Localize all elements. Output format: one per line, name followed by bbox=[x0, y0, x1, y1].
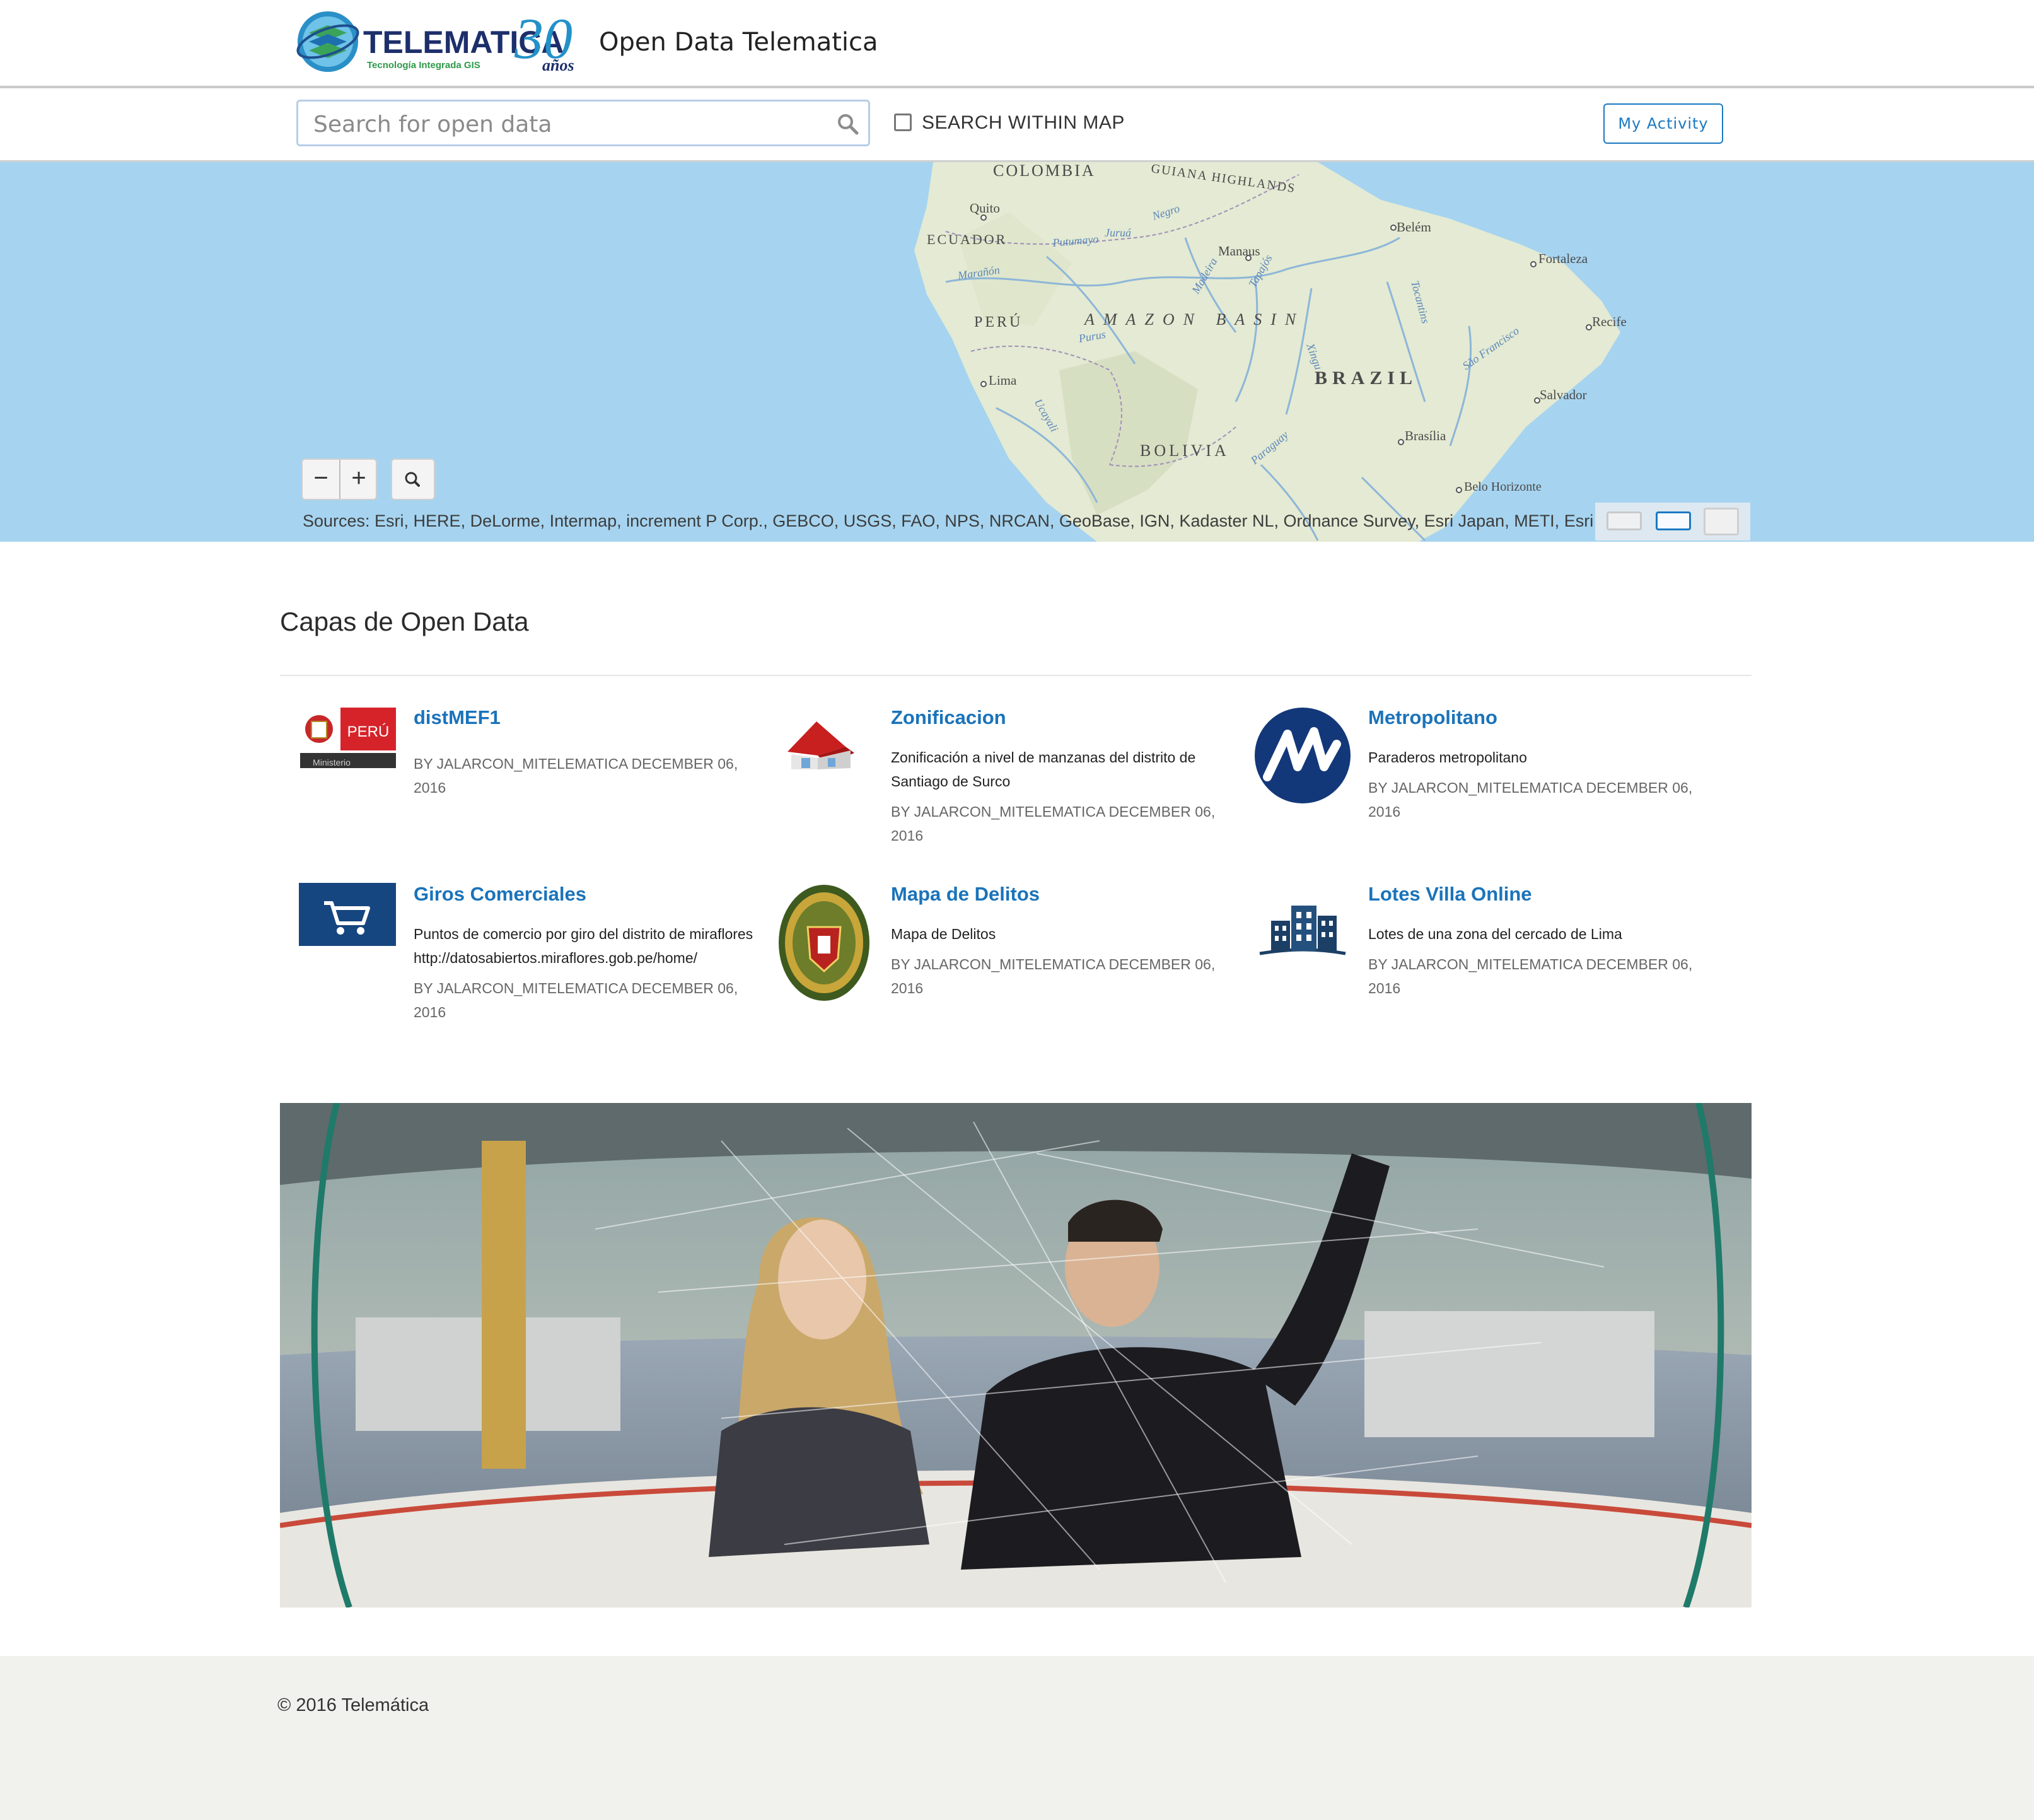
svg-text:Brasília: Brasília bbox=[1405, 428, 1446, 443]
buildings-icon bbox=[1259, 906, 1346, 955]
basemap-switcher bbox=[1595, 503, 1750, 540]
search-input[interactable] bbox=[312, 108, 819, 141]
search-within-map-label[interactable]: SEARCH WITHIN MAP bbox=[922, 112, 1125, 134]
svg-text:Fortaleza: Fortaleza bbox=[1538, 251, 1588, 266]
metropolitano-logo-icon bbox=[1255, 708, 1351, 803]
site-title[interactable]: Open Data Telematica bbox=[599, 28, 878, 57]
search-box bbox=[296, 100, 870, 146]
dataset-card: PERÚ Ministerio distMEF1 BY JALARCON_MIT… bbox=[299, 706, 765, 870]
svg-text:años: años bbox=[542, 56, 574, 74]
dataset-meta: BY JALARCON_MITELEMATICA DECEMBER 06, 20… bbox=[414, 980, 738, 1020]
footer: © 2016 Telemática bbox=[0, 1656, 2034, 1820]
search-icon[interactable] bbox=[837, 113, 859, 136]
svg-text:Ministerio: Ministerio bbox=[313, 757, 351, 767]
dataset-thumbnail[interactable] bbox=[776, 883, 875, 1003]
svg-text:Lima: Lima bbox=[989, 373, 1017, 388]
dataset-title-link[interactable]: Zonificacion bbox=[891, 706, 1006, 729]
dataset-thumbnail[interactable] bbox=[776, 706, 875, 805]
search-icon bbox=[405, 472, 420, 487]
dataset-card: Zonificacion Zonificación a nivel de man… bbox=[776, 706, 1243, 870]
svg-text:Quito: Quito bbox=[970, 201, 1000, 216]
svg-text:Belo Horizonte: Belo Horizonte bbox=[1464, 480, 1542, 494]
dataset-description: Puntos de comercio por giro del distrito… bbox=[414, 926, 753, 966]
my-activity-button[interactable]: My Activity bbox=[1603, 103, 1723, 144]
dataset-title-link[interactable]: Mapa de Delitos bbox=[891, 883, 1040, 906]
svg-text:BRAZIL: BRAZIL bbox=[1315, 368, 1417, 388]
svg-text:Juruá: Juruá bbox=[1105, 226, 1131, 239]
map-attribution: Sources: Esri, HERE, DeLorme, Intermap, … bbox=[303, 511, 1595, 530]
section-divider bbox=[280, 675, 1752, 676]
dataset-thumbnail[interactable] bbox=[1253, 706, 1352, 805]
dataset-card: Giros Comerciales Puntos de comercio por… bbox=[299, 883, 765, 1047]
basemap-option-light[interactable] bbox=[1607, 511, 1642, 530]
house-icon bbox=[787, 721, 854, 769]
dataset-meta: BY JALARCON_MITELEMATICA DECEMBER 06, 20… bbox=[1368, 956, 1693, 996]
search-within-map-checkbox[interactable] bbox=[894, 114, 912, 131]
svg-text:BOLIVIA: BOLIVIA bbox=[1140, 441, 1229, 460]
police-badge-icon bbox=[779, 885, 869, 1001]
dataset-card: Mapa de Delitos Mapa de Delitos BY JALAR… bbox=[776, 883, 1243, 1047]
banner-photo bbox=[280, 1103, 1752, 1607]
svg-text:AMAZON BASIN: AMAZON BASIN bbox=[1083, 310, 1305, 329]
zoom-control: − + bbox=[301, 458, 377, 500]
dataset-title-link[interactable]: Lotes Villa Online bbox=[1368, 883, 1532, 906]
telematica-logo[interactable]: TELEMATICA Tecnología Integrada GIS 30 a… bbox=[295, 6, 581, 76]
dataset-meta: BY JALARCON_MITELEMATICA DECEMBER 06, 20… bbox=[891, 803, 1216, 844]
dataset-thumbnail[interactable] bbox=[1253, 883, 1352, 981]
dataset-description: Lotes de una zona del cercado de Lima bbox=[1368, 926, 1622, 942]
svg-text:Salvador: Salvador bbox=[1540, 387, 1587, 402]
copyright-text: © 2016 Telemática bbox=[277, 1695, 429, 1715]
map-view[interactable]: COLOMBIA GUIANA HIGHLANDS Quito ECUADOR … bbox=[0, 162, 2034, 542]
svg-text:COLOMBIA: COLOMBIA bbox=[993, 162, 1096, 180]
dataset-meta: BY JALARCON_MITELEMATICA DECEMBER 06, 20… bbox=[414, 755, 738, 796]
dataset-meta: BY JALARCON_MITELEMATICA DECEMBER 06, 20… bbox=[891, 956, 1216, 996]
svg-text:ECUADOR: ECUADOR bbox=[927, 231, 1007, 247]
basemap-option-streets[interactable] bbox=[1656, 511, 1691, 530]
dataset-description: Paraderos metropolitano bbox=[1368, 749, 1527, 766]
svg-text:Tecnología Integrada GIS: Tecnología Integrada GIS bbox=[367, 60, 480, 71]
dataset-title-link[interactable]: Giros Comerciales bbox=[414, 883, 586, 906]
zoom-out-button[interactable]: − bbox=[303, 460, 340, 499]
svg-text:Belém: Belém bbox=[1397, 219, 1431, 235]
svg-text:Recife: Recife bbox=[1592, 314, 1627, 329]
dataset-card: Metropolitano Paraderos metropolitano BY… bbox=[1253, 706, 1720, 870]
svg-text:Manaus: Manaus bbox=[1218, 243, 1260, 259]
search-bar: SEARCH WITHIN MAP My Activity bbox=[0, 88, 2034, 162]
shopping-cart-icon bbox=[299, 883, 396, 946]
dataset-card: Lotes Villa Online Lotes de una zona del… bbox=[1253, 883, 1720, 1047]
dataset-thumbnail[interactable] bbox=[299, 883, 397, 981]
svg-text:PERÚ: PERÚ bbox=[347, 723, 390, 740]
basemap-option-imagery[interactable] bbox=[1704, 508, 1739, 535]
dataset-thumbnail[interactable]: PERÚ Ministerio bbox=[299, 706, 397, 805]
dataset-title-link[interactable]: distMEF1 bbox=[414, 706, 501, 729]
dataset-description: Mapa de Delitos bbox=[891, 926, 996, 942]
top-header: TELEMATICA Tecnología Integrada GIS 30 a… bbox=[0, 0, 2034, 88]
dataset-title-link[interactable]: Metropolitano bbox=[1368, 706, 1497, 729]
map-search-button[interactable] bbox=[391, 458, 435, 500]
section-title: Capas de Open Data bbox=[280, 607, 529, 636]
svg-text:PERÚ: PERÚ bbox=[974, 313, 1023, 330]
zoom-in-button[interactable]: + bbox=[340, 460, 377, 499]
dataset-description: Zonificación a nivel de manzanas del dis… bbox=[891, 749, 1196, 790]
dataset-meta: BY JALARCON_MITELEMATICA DECEMBER 06, 20… bbox=[1368, 779, 1693, 820]
